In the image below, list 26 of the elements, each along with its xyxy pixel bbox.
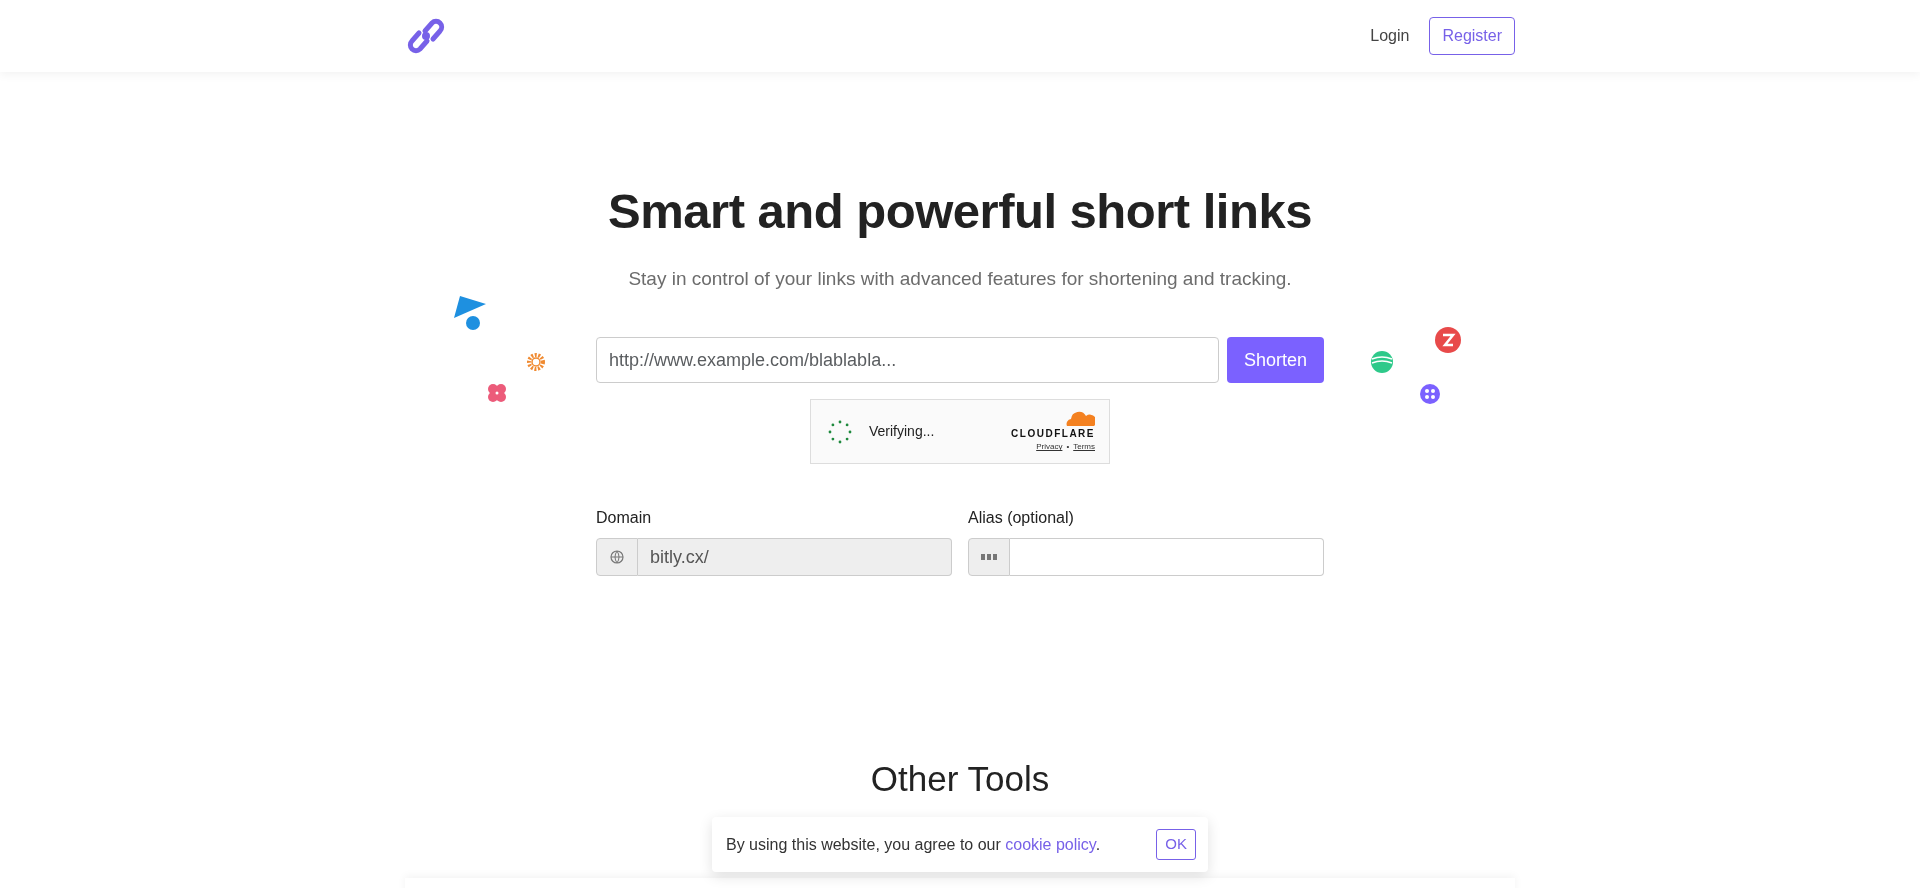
sun-icon (524, 350, 548, 374)
field-label: Alias (optional) (968, 508, 1075, 529)
separator-dot: • (1066, 441, 1070, 454)
striped-ball-icon (1370, 350, 1394, 374)
zigzag-badge-icon (1434, 326, 1462, 354)
alias-field[interactable] (1010, 538, 1324, 577)
url-input-field[interactable]: http://www.example.com/blablabla... (596, 337, 1219, 384)
hero-subtitle: Stay in control of your links with advanced features for shortening and tracking. (627, 266, 1293, 291)
captcha-status: Verifying... (869, 422, 935, 442)
captcha-link[interactable]: Terms (1073, 441, 1095, 454)
section-title: Other Tools (869, 758, 1051, 801)
flower-icon (485, 381, 509, 405)
cookie-notice: By using this website, you agree to our cookie policy. (726, 834, 1101, 855)
captcha-brand: CLOUDFLARE (1011, 427, 1095, 442)
four-dots-icon (1419, 383, 1441, 405)
triangle-circle-icon (452, 294, 488, 332)
shorten-button[interactable]: Shorten (1226, 337, 1324, 384)
captcha-link[interactable]: Privacy (1036, 441, 1063, 454)
hero-title: Smart and powerful short links (607, 183, 1313, 240)
field-label: Domain (596, 508, 653, 529)
spinner-icon (827, 418, 853, 445)
ok-button[interactable]: OK (1156, 829, 1196, 860)
login-link[interactable]: Login (1358, 18, 1422, 54)
globe-icon (610, 550, 624, 565)
register-button[interactable]: Register (1429, 17, 1515, 55)
cookie-policy-link[interactable]: cookie policy (1005, 835, 1096, 853)
